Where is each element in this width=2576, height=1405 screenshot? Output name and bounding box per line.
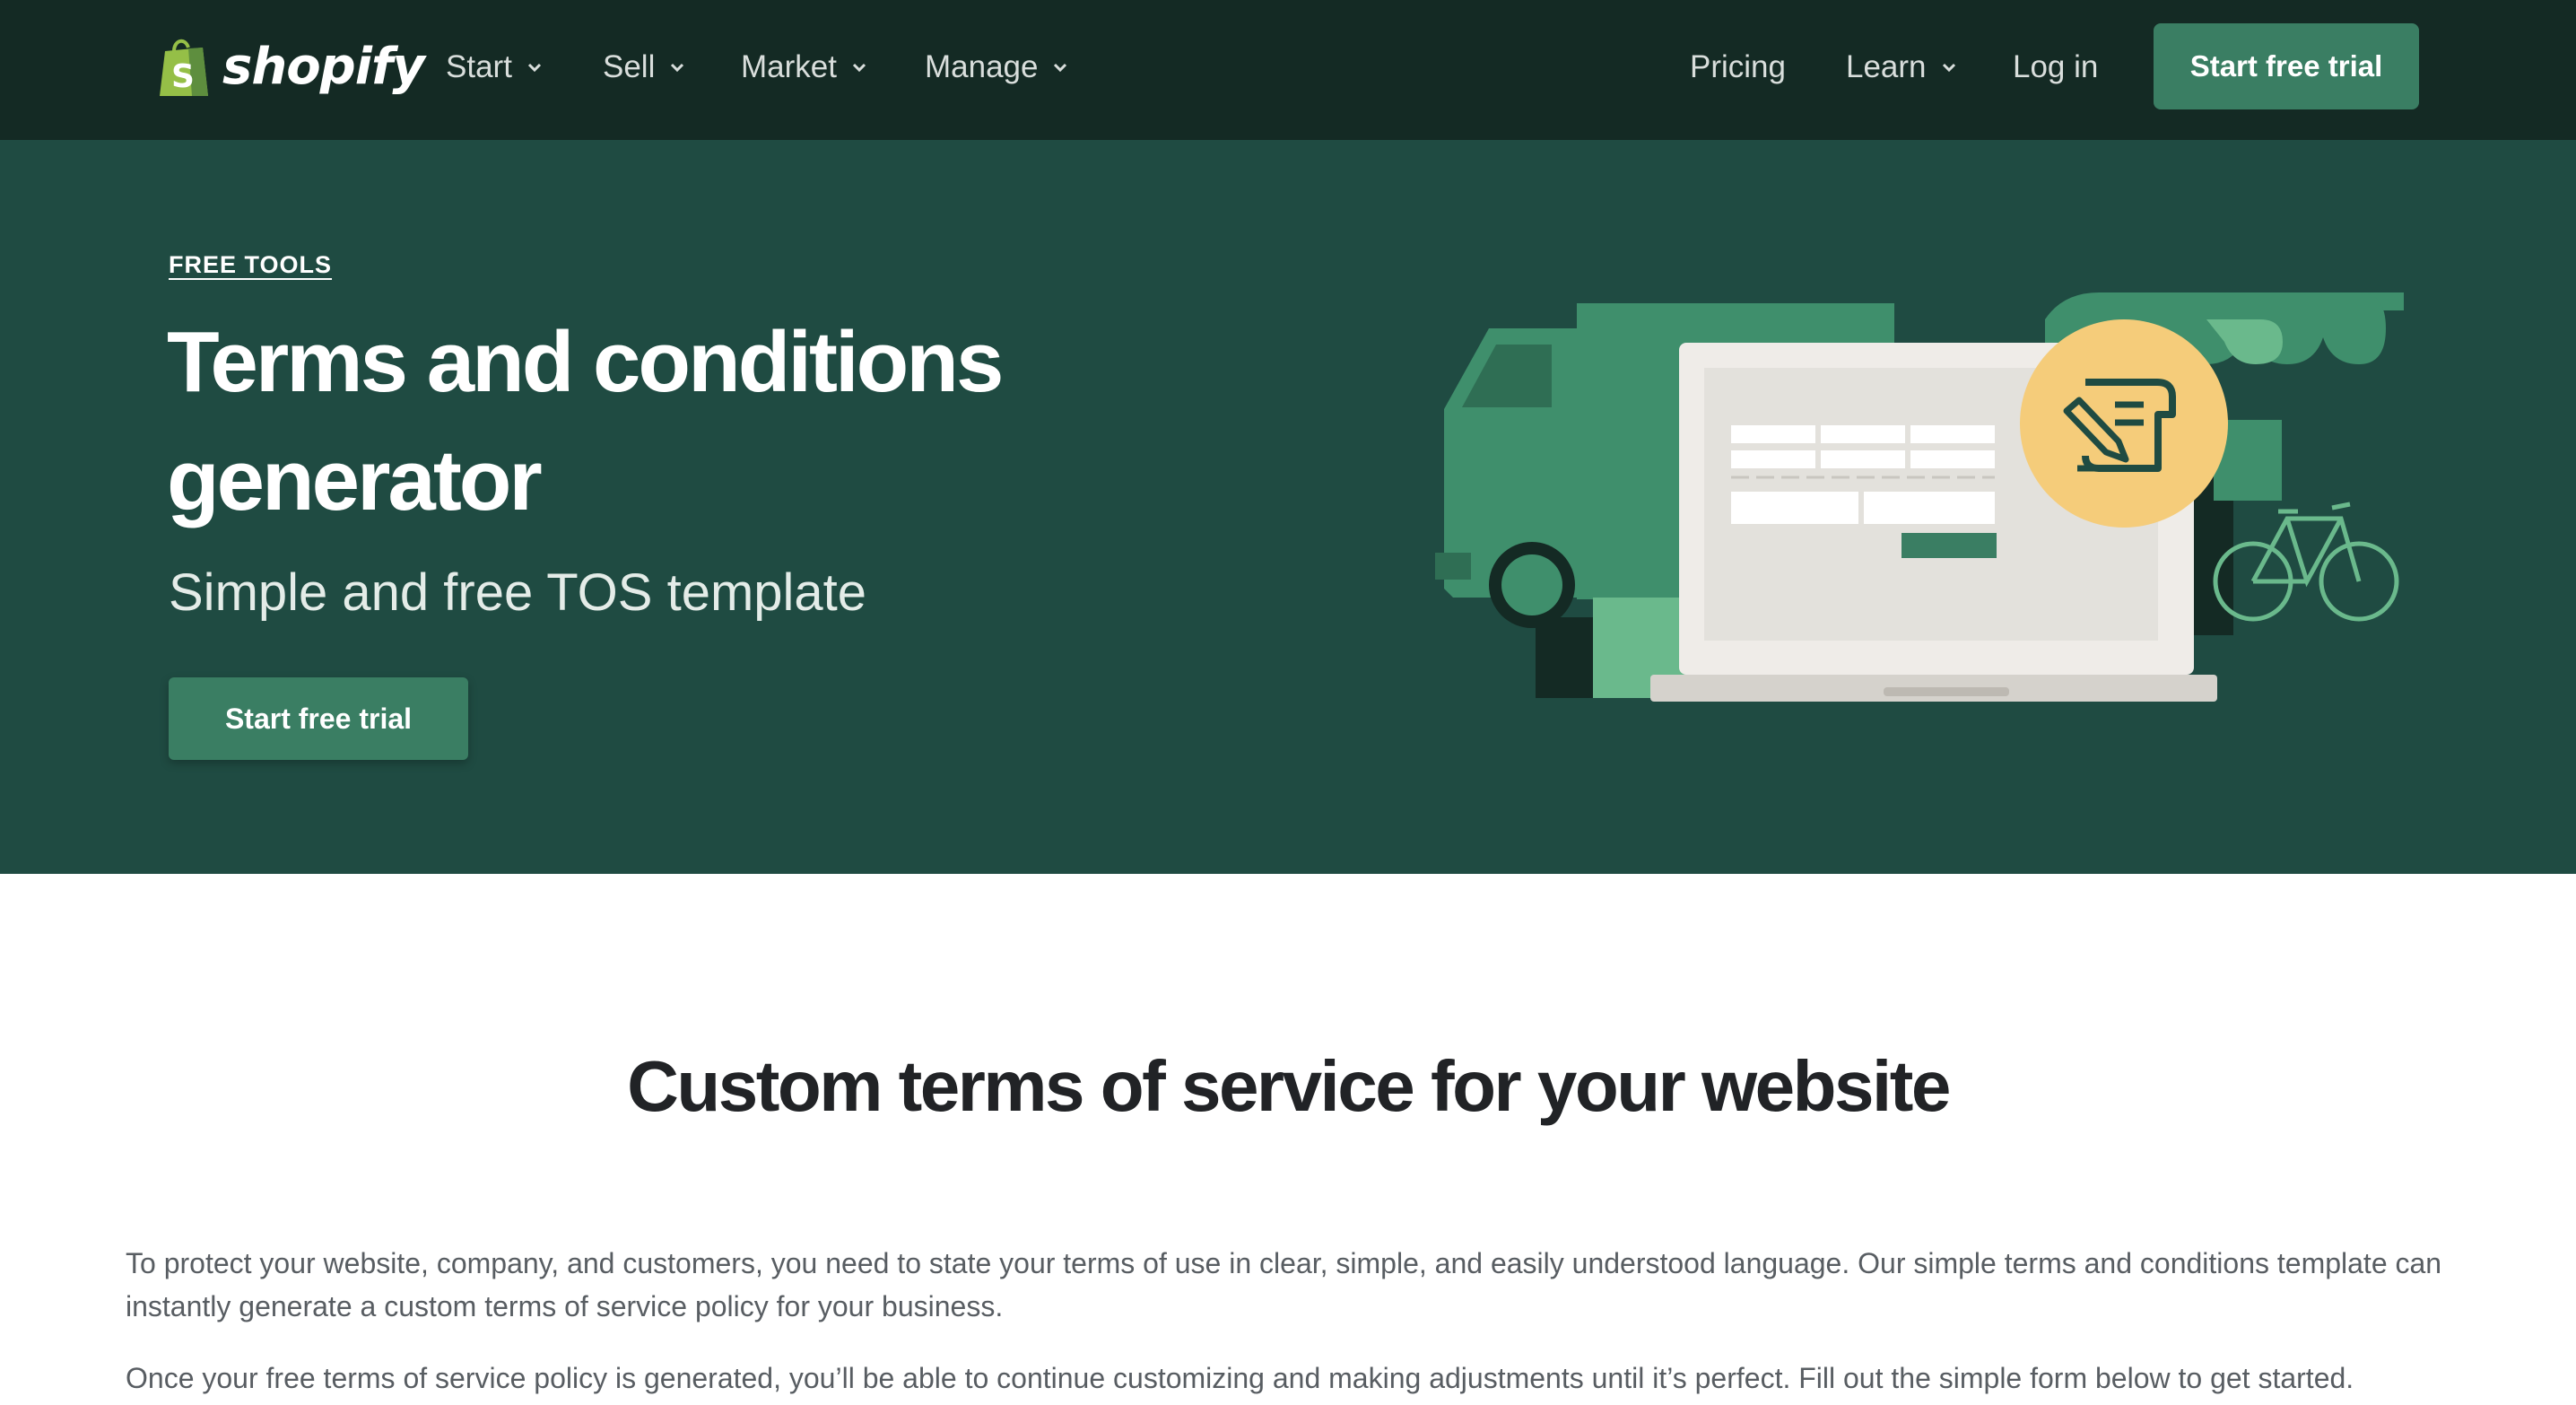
nav-learn[interactable]: Learn — [1846, 45, 1959, 90]
hero-subtitle: Simple and free TOS template — [169, 563, 867, 622]
nav-start-free-trial-button[interactable]: Start free trial — [2154, 23, 2419, 109]
nav-learn-label: Learn — [1846, 49, 1927, 84]
nav-manage[interactable]: Manage — [925, 45, 1070, 90]
intro-paragraph: To protect your website, company, and cu… — [126, 1247, 2442, 1322]
chevron-down-icon — [527, 63, 541, 73]
bicycle-illustration — [2213, 502, 2399, 622]
nav-pricing-label: Pricing — [1690, 49, 1786, 84]
page-title: Terms and conditions generator — [167, 314, 1004, 528]
nav-market-label: Market — [741, 49, 837, 84]
hero-start-free-trial-button[interactable]: Start free trial — [169, 677, 468, 760]
top-navigation: S shopify Start Sell Market Manage Prici… — [0, 0, 2576, 140]
document-signature-icon — [2020, 319, 2228, 528]
nav-login[interactable]: Log in — [2013, 45, 2098, 90]
shopify-bag-icon: S — [160, 39, 208, 96]
instructions-paragraph: Once your free terms of service policy i… — [126, 1362, 2354, 1394]
free-tools-link[interactable]: FREE TOOLS — [169, 251, 332, 279]
nav-login-label: Log in — [2013, 49, 2099, 84]
nav-pricing[interactable]: Pricing — [1690, 45, 1786, 90]
nav-start-label: Start — [446, 49, 512, 84]
chevron-down-icon — [852, 63, 866, 73]
section-title: Custom terms of service for your website — [627, 1046, 1951, 1126]
nav-market[interactable]: Market — [741, 45, 869, 90]
chevron-down-icon — [1942, 63, 1955, 73]
logo-wordmark: shopify — [222, 37, 425, 96]
chevron-down-icon — [671, 63, 684, 73]
hero-illustration — [1435, 292, 2404, 702]
nav-manage-label: Manage — [925, 49, 1039, 84]
nav-sell-label: Sell — [603, 49, 656, 84]
hero-section: FREE TOOLS Terms and conditions generato… — [0, 140, 2576, 874]
shopify-logo[interactable]: S shopify — [156, 31, 425, 102]
chevron-down-icon — [1054, 63, 1067, 73]
svg-text:S: S — [171, 58, 195, 95]
nav-sell[interactable]: Sell — [603, 45, 687, 90]
nav-start[interactable]: Start — [446, 45, 544, 90]
